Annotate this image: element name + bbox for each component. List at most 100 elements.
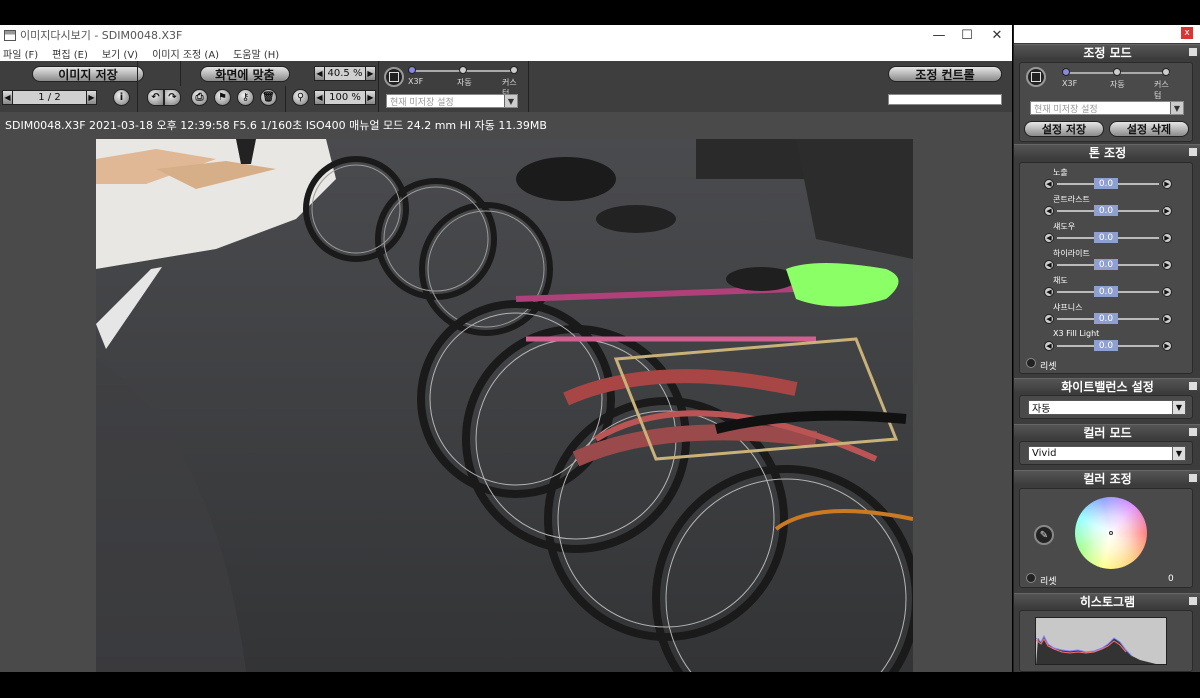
exposure-slider[interactable]: ◀ 0.0 ▶ [1044,178,1172,190]
increase-icon[interactable]: ▶ [1162,341,1172,351]
color-reset-radio[interactable] [1026,573,1036,583]
close-button[interactable]: ✕ [982,25,1012,45]
settings-dropdown[interactable]: 현재 미저장 설정 ▼ [386,94,518,108]
chevron-down-icon[interactable]: ▼ [504,95,517,107]
mode-knob-auto[interactable] [459,66,467,74]
decrease-icon[interactable]: ◀ [1044,314,1054,324]
panel-settings-dropdown[interactable]: 현재 미저장 설정 ▼ [1030,101,1184,115]
panel-mode-slider[interactable]: X3F 자동 커스텀 [1062,67,1174,100]
shadow-slider[interactable]: ◀ 0.0 ▶ [1044,232,1172,244]
increase-icon[interactable]: ▶ [1162,206,1172,216]
menu-help[interactable]: 도움말 (H) [233,46,279,61]
page-stepper[interactable]: ◀ 1 / 2 ▶ [2,90,97,105]
color-adjust-header[interactable]: 컬러 조정 [1014,470,1200,486]
increase-icon[interactable]: ▶ [1162,314,1172,324]
menu-bar: 파일 (F) 편집 (E) 보기 (V) 이미지 조정 (A) 도움말 (H) [0,45,1012,61]
panel-mode-knob-custom[interactable] [1162,68,1170,76]
decrease-icon[interactable]: ◀ [1044,287,1054,297]
decrease-icon[interactable]: ◀ [1044,179,1054,189]
zoom-100-stepper[interactable]: ◀ 100 % ▶ [314,90,376,105]
panel-mode-knob-x3f[interactable] [1062,68,1070,76]
increase-icon[interactable]: ▶ [1162,233,1172,243]
histogram-header[interactable]: 히스토그램 [1014,593,1200,609]
color-mode-select[interactable]: Vivid ▼ [1028,446,1186,461]
next-page-button[interactable]: ▶ [86,90,97,105]
x3f-mode-icon[interactable] [1026,67,1046,87]
contrast-value[interactable]: 0.0 [1094,205,1118,216]
adjust-mode-header[interactable]: 조정 모드 [1014,44,1200,60]
menu-edit[interactable]: 편집 (E) [52,46,88,61]
eyedropper-icon[interactable]: ✎ [1034,525,1054,545]
exposure-value[interactable]: 0.0 [1094,178,1118,189]
minimize-button[interactable]: — [924,25,954,45]
decrease-icon[interactable]: ◀ [1044,260,1054,270]
mode-knob-custom[interactable] [510,66,518,74]
decrease-icon[interactable]: ◀ [1044,233,1054,243]
sharpness-value[interactable]: 0.0 [1094,313,1118,324]
rotate-right-icon[interactable]: ↷ [164,89,181,106]
panel-settings-value: 현재 미저장 설정 [1034,104,1098,115]
adjust-control-button[interactable]: 조정 컨트롤 [888,66,1002,82]
shadow-value[interactable]: 0.0 [1094,232,1118,243]
collapse-icon[interactable] [1189,148,1197,156]
fill-light-value[interactable]: 0.0 [1094,340,1118,351]
x3f-mode-icon[interactable] [384,67,404,87]
chevron-down-icon[interactable]: ▼ [1172,447,1185,460]
zoom-out-button[interactable]: ◀ [314,66,325,81]
histogram-graph [1035,617,1167,665]
tone-reset-radio[interactable] [1026,358,1036,368]
collapse-icon[interactable] [1189,474,1197,482]
collapse-icon[interactable] [1189,428,1197,436]
wb-header[interactable]: 화이트밸런스 설정 [1014,378,1200,394]
increase-icon[interactable]: ▶ [1162,287,1172,297]
zoom-fit-stepper[interactable]: ◀ 40.5 % ▶ [314,66,376,81]
main-window: 이미지다시보기 - SDIM0048.X3F — ☐ ✕ 파일 (F) 편집 (… [0,25,1012,672]
menu-image-adjust[interactable]: 이미지 조정 (A) [152,46,219,61]
highlight-slider[interactable]: ◀ 0.0 ▶ [1044,259,1172,271]
color-wheel[interactable] [1075,497,1147,569]
status-field [888,94,1002,105]
info-button[interactable]: i [113,89,130,106]
saturation-value[interactable]: 0.0 [1094,286,1118,297]
adjust-mode-slider[interactable]: X3F 자동 커스텀 [408,65,520,98]
increase-icon[interactable]: ▶ [1162,179,1172,189]
collapse-icon[interactable] [1189,382,1197,390]
color-mode-header[interactable]: 컬러 모드 [1014,424,1200,440]
color-wheel-marker[interactable] [1109,531,1113,535]
save-image-button[interactable]: 이미지 저장 [32,66,144,82]
zoom-100-out-button[interactable]: ◀ [314,90,325,105]
key-icon[interactable]: ⚷ [237,89,254,106]
mode-knob-x3f[interactable] [408,66,416,74]
trash-icon[interactable]: 🗑 [260,89,277,106]
save-settings-button[interactable]: 설정 저장 [1024,121,1104,137]
zoom-icon[interactable]: ⚲ [292,89,309,106]
maximize-button[interactable]: ☐ [952,25,982,45]
decrease-icon[interactable]: ◀ [1044,206,1054,216]
sharpness-slider[interactable]: ◀ 0.0 ▶ [1044,313,1172,325]
prev-page-button[interactable]: ◀ [2,90,13,105]
chevron-down-icon[interactable]: ▼ [1170,102,1183,114]
increase-icon[interactable]: ▶ [1162,260,1172,270]
saturation-slider[interactable]: ◀ 0.0 ▶ [1044,286,1172,298]
fill-light-slider[interactable]: ◀ 0.0 ▶ [1044,340,1172,352]
fit-screen-button[interactable]: 화면에 맞춤 [200,66,290,82]
collapse-icon[interactable] [1189,48,1197,56]
collapse-icon[interactable] [1189,597,1197,605]
toolbar: 이미지 저장 ◀ 1 / 2 ▶ i ↶ ↷ ⎙ ⚑ ⚷ 🗑 ⚲ 화면에 맞춤 … [0,61,1012,112]
rotate-left-icon[interactable]: ↶ [147,89,164,106]
panel-mode-knob-auto[interactable] [1113,68,1121,76]
contrast-slider[interactable]: ◀ 0.0 ▶ [1044,205,1172,217]
zoom-in-button[interactable]: ▶ [365,66,376,81]
menu-view[interactable]: 보기 (V) [102,46,138,61]
print-icon[interactable]: ⎙ [191,89,208,106]
tone-header[interactable]: 톤 조정 [1014,144,1200,160]
flag-icon[interactable]: ⚑ [214,89,231,106]
decrease-icon[interactable]: ◀ [1044,341,1054,351]
zoom-100-in-button[interactable]: ▶ [365,90,376,105]
menu-file[interactable]: 파일 (F) [3,46,38,61]
highlight-value[interactable]: 0.0 [1094,259,1118,270]
chevron-down-icon[interactable]: ▼ [1172,401,1185,414]
delete-settings-button[interactable]: 설정 삭제 [1109,121,1189,137]
wb-select[interactable]: 자동 ▼ [1028,400,1186,415]
panel-close-button[interactable]: x [1181,27,1193,39]
